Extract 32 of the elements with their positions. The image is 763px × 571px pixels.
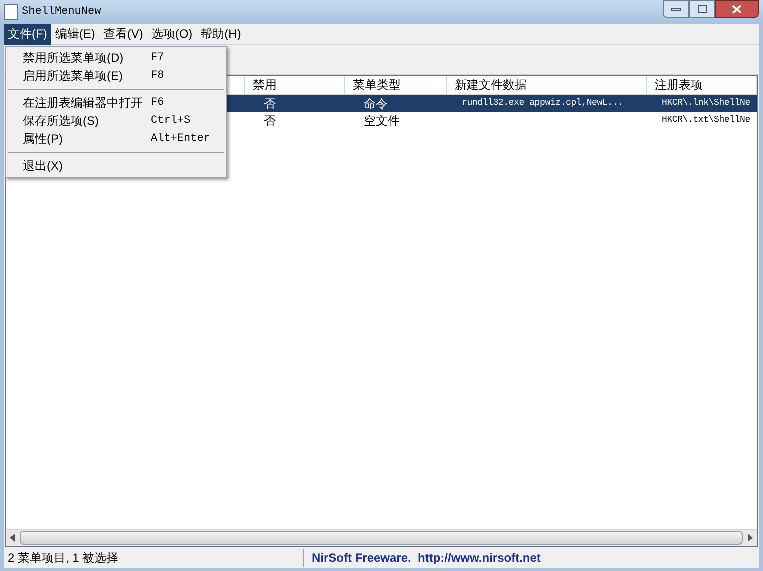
scrollbar-thumb[interactable] [20, 531, 743, 545]
status-text: 2 菜单项目, 1 被选择 [4, 548, 304, 566]
window-title: ShellMenuNew [22, 4, 102, 20]
table-cell: 空文件 [364, 114, 400, 128]
column-header[interactable]: 注册表项 [647, 76, 757, 94]
table-cell: HKCR\.txt\ShellNe [662, 114, 750, 125]
menu-entry[interactable]: 启用所选菜单项(E) F8 [6, 67, 226, 85]
table-cell: 否 [264, 114, 276, 128]
menu-entry[interactable]: 保存所选项(S) Ctrl+S [6, 112, 226, 130]
nirsoft-link[interactable]: NirSoft Freeware. http://www.nirsoft.net [304, 548, 541, 566]
close-icon [732, 4, 742, 14]
menu-item[interactable]: 查看(V) [99, 24, 148, 44]
menu-entry[interactable]: 属性(P) Alt+Enter [6, 130, 226, 148]
menu-item[interactable]: 帮助(H) [196, 24, 246, 44]
close-button[interactable] [715, 0, 759, 18]
maximize-button[interactable] [689, 0, 715, 18]
minimize-button[interactable] [663, 0, 689, 18]
menu-entry[interactable]: 在注册表编辑器中打开 F6 [6, 94, 226, 112]
horizontal-scrollbar[interactable] [6, 529, 757, 546]
table-cell: rundll32.exe appwiz.cpl,NewL... [462, 98, 624, 108]
menu-item[interactable]: 编辑(E) [51, 24, 100, 44]
menu-entry[interactable]: 禁用所选菜单项(D) F7 [6, 49, 226, 67]
table-cell: HKCR\.lnk\ShellNe [662, 98, 750, 108]
table-cell: 命令 [364, 96, 388, 110]
column-header[interactable]: 禁用 [245, 76, 345, 94]
table-cell: 否 [264, 96, 276, 110]
menu-entry[interactable]: 退出(X) [6, 157, 226, 175]
menu-item[interactable]: 文件(F) [4, 24, 52, 44]
column-header[interactable]: 菜单类型 [345, 76, 447, 94]
column-header[interactable]: 新建文件数据 [447, 76, 647, 94]
menu-item[interactable]: 选项(O) [147, 24, 197, 44]
app-icon [4, 4, 18, 20]
